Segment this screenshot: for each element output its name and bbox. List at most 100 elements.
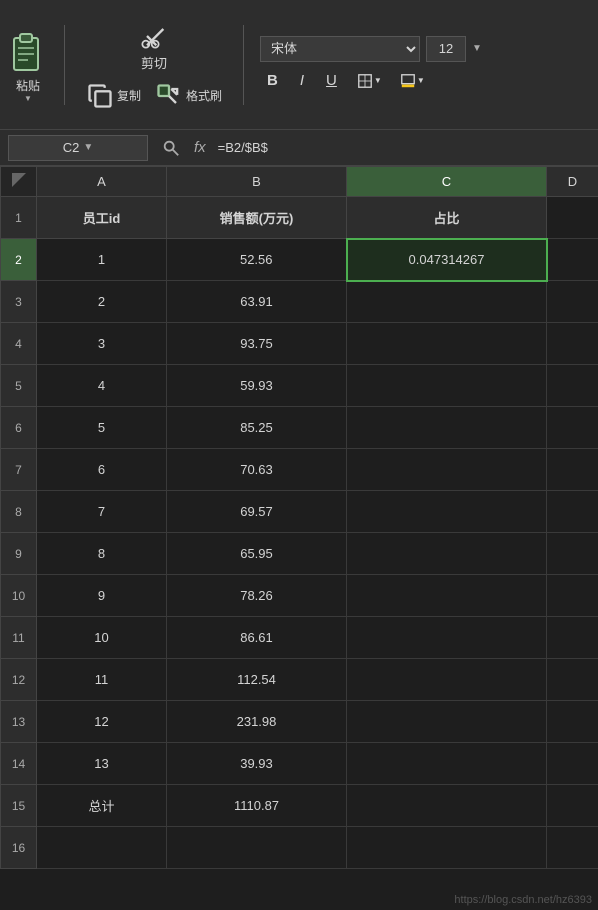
row-number[interactable]: 15 bbox=[1, 785, 37, 827]
format-buttons-row: B I U ▼ ▼ bbox=[260, 68, 590, 94]
row-number[interactable]: 1 bbox=[1, 197, 37, 239]
cell-d[interactable] bbox=[547, 785, 598, 827]
cell-c[interactable] bbox=[347, 365, 547, 407]
cell-a[interactable]: 总计 bbox=[37, 785, 167, 827]
cell-b[interactable]: 69.57 bbox=[167, 491, 347, 533]
cell-d[interactable] bbox=[547, 449, 598, 491]
cell-d[interactable] bbox=[547, 743, 598, 785]
cell-c[interactable] bbox=[347, 701, 547, 743]
copy-button[interactable]: 复制 bbox=[81, 80, 146, 112]
col-header-d[interactable]: D bbox=[547, 167, 598, 197]
row-number[interactable]: 5 bbox=[1, 365, 37, 407]
cell-d[interactable] bbox=[547, 617, 598, 659]
cell-d[interactable] bbox=[547, 281, 598, 323]
cell-b[interactable]: 1110.87 bbox=[167, 785, 347, 827]
cell-a[interactable]: 3 bbox=[37, 323, 167, 365]
font-size-input[interactable] bbox=[426, 36, 466, 62]
fill-button[interactable]: ▼ bbox=[395, 68, 430, 94]
cell-c[interactable] bbox=[347, 827, 547, 869]
cell-a[interactable]: 10 bbox=[37, 617, 167, 659]
row-number[interactable]: 2 bbox=[1, 239, 37, 281]
paste-label[interactable]: 粘贴 bbox=[16, 77, 40, 94]
cell-c[interactable] bbox=[347, 575, 547, 617]
cell-d[interactable] bbox=[547, 533, 598, 575]
cell-d[interactable] bbox=[547, 407, 598, 449]
cell-c[interactable]: 占比 bbox=[347, 197, 547, 239]
cell-c[interactable] bbox=[347, 617, 547, 659]
cell-b[interactable]: 231.98 bbox=[167, 701, 347, 743]
cell-c[interactable] bbox=[347, 785, 547, 827]
font-size-dropdown[interactable]: ▼ bbox=[472, 43, 482, 54]
underline-button[interactable]: U bbox=[319, 68, 344, 94]
cell-d[interactable] bbox=[547, 365, 598, 407]
cell-b[interactable]: 70.63 bbox=[167, 449, 347, 491]
cell-d[interactable] bbox=[547, 575, 598, 617]
cell-b[interactable]: 65.95 bbox=[167, 533, 347, 575]
row-number[interactable]: 7 bbox=[1, 449, 37, 491]
cell-c[interactable] bbox=[347, 449, 547, 491]
row-number[interactable]: 10 bbox=[1, 575, 37, 617]
cell-a[interactable]: 11 bbox=[37, 659, 167, 701]
cell-reference-box[interactable]: C2 ▼ bbox=[8, 135, 148, 161]
font-name-select[interactable]: 宋体 bbox=[260, 36, 420, 62]
format-painter-button[interactable]: 格式刷 bbox=[150, 80, 227, 112]
row-number[interactable]: 6 bbox=[1, 407, 37, 449]
cell-b[interactable]: 93.75 bbox=[167, 323, 347, 365]
cell-a[interactable]: 7 bbox=[37, 491, 167, 533]
cell-d[interactable] bbox=[547, 239, 598, 281]
cell-b[interactable]: 112.54 bbox=[167, 659, 347, 701]
row-number[interactable]: 13 bbox=[1, 701, 37, 743]
cell-b[interactable]: 销售额(万元) bbox=[167, 197, 347, 239]
cell-c[interactable] bbox=[347, 323, 547, 365]
cell-c[interactable] bbox=[347, 533, 547, 575]
cell-d[interactable] bbox=[547, 491, 598, 533]
cell-c[interactable] bbox=[347, 281, 547, 323]
row-number[interactable]: 4 bbox=[1, 323, 37, 365]
cell-c[interactable] bbox=[347, 407, 547, 449]
row-number[interactable]: 3 bbox=[1, 281, 37, 323]
cell-d[interactable] bbox=[547, 827, 598, 869]
cell-a[interactable] bbox=[37, 827, 167, 869]
formula-input[interactable] bbox=[214, 140, 598, 155]
cell-d[interactable] bbox=[547, 197, 598, 239]
bold-button[interactable]: B bbox=[260, 68, 285, 94]
cell-b[interactable]: 63.91 bbox=[167, 281, 347, 323]
col-header-b[interactable]: B bbox=[167, 167, 347, 197]
col-header-a[interactable]: A bbox=[37, 167, 167, 197]
cell-a[interactable]: 8 bbox=[37, 533, 167, 575]
cell-a[interactable]: 5 bbox=[37, 407, 167, 449]
cell-a[interactable]: 9 bbox=[37, 575, 167, 617]
cell-a[interactable]: 1 bbox=[37, 239, 167, 281]
cell-a[interactable]: 12 bbox=[37, 701, 167, 743]
cell-a[interactable]: 4 bbox=[37, 365, 167, 407]
search-formula-icon[interactable] bbox=[162, 139, 180, 157]
row-number[interactable]: 16 bbox=[1, 827, 37, 869]
cell-c[interactable] bbox=[347, 659, 547, 701]
row-number[interactable]: 9 bbox=[1, 533, 37, 575]
cell-b[interactable]: 52.56 bbox=[167, 239, 347, 281]
row-number[interactable]: 14 bbox=[1, 743, 37, 785]
cell-a[interactable]: 6 bbox=[37, 449, 167, 491]
italic-button[interactable]: I bbox=[293, 68, 311, 94]
cell-b[interactable]: 85.25 bbox=[167, 407, 347, 449]
row-number[interactable]: 11 bbox=[1, 617, 37, 659]
cell-d[interactable] bbox=[547, 659, 598, 701]
cell-a[interactable]: 员工id bbox=[37, 197, 167, 239]
col-header-c[interactable]: C bbox=[347, 167, 547, 197]
cell-d[interactable] bbox=[547, 701, 598, 743]
cell-a[interactable]: 2 bbox=[37, 281, 167, 323]
row-number[interactable]: 8 bbox=[1, 491, 37, 533]
cell-d[interactable] bbox=[547, 323, 598, 365]
cell-b[interactable]: 39.93 bbox=[167, 743, 347, 785]
cell-b[interactable] bbox=[167, 827, 347, 869]
border-button[interactable]: ▼ bbox=[352, 68, 387, 94]
cell-c[interactable] bbox=[347, 743, 547, 785]
cut-button[interactable]: 剪切 bbox=[81, 18, 227, 76]
cell-a[interactable]: 13 bbox=[37, 743, 167, 785]
cell-c[interactable] bbox=[347, 491, 547, 533]
cell-c[interactable]: 0.047314267 bbox=[347, 239, 547, 281]
row-number[interactable]: 12 bbox=[1, 659, 37, 701]
cell-b[interactable]: 78.26 bbox=[167, 575, 347, 617]
cell-b[interactable]: 59.93 bbox=[167, 365, 347, 407]
cell-b[interactable]: 86.61 bbox=[167, 617, 347, 659]
